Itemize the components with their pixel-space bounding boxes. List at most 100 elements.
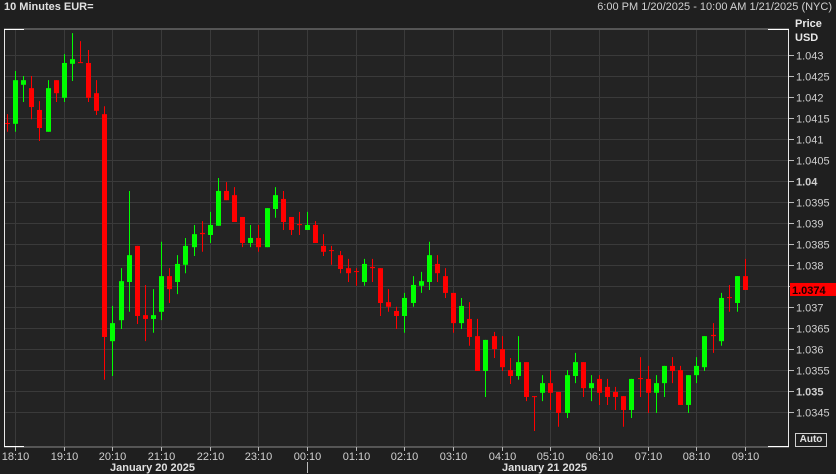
candle-body [151,315,156,319]
candle-body [281,198,286,223]
candle-body [232,195,237,223]
candle-body [354,271,359,273]
candle-body [224,190,229,201]
candle-body [362,263,367,283]
x-tick-label: 18:10 [2,451,30,463]
candle-body [719,297,724,342]
candlestick-chart[interactable]: 1.043 1.0425 1.042 1.0415 1.041 1.0405 1.04 1.0… [0,0,836,473]
candle-body [313,224,318,243]
y-tick-label: 1.0345 [796,408,830,420]
candle-body [727,297,732,299]
candle-body [402,297,407,316]
candle-body [62,62,67,98]
y-tick-label: 1.0395 [796,198,830,210]
candle-body [556,391,561,413]
x-tick-label: 02:10 [391,451,419,463]
candle-body [370,266,375,269]
candle-body [427,255,432,283]
candle-body [597,378,602,393]
candle-body [394,310,399,316]
y-tick-label: 1.035 [796,387,824,399]
candle-body [678,370,683,405]
y-tick-label: 1.043 [796,51,824,63]
y-tick-label: 1.039 [796,219,824,231]
candle-body [338,255,343,269]
candle-body [638,378,643,380]
candle-body [37,109,42,129]
candle-body [565,375,570,413]
candle [719,292,724,346]
candle-body [86,62,91,98]
candle-body [256,237,261,248]
last-price-label: 1.0374 [792,285,827,297]
candle [524,362,529,402]
candle-body [524,362,529,397]
candle-body [686,375,691,405]
candle-body [70,59,75,64]
date-label-jan21: January 21 2025 [502,462,588,474]
candle-body [548,383,553,393]
candle [678,365,683,405]
candle-body [54,80,59,94]
candle-body [573,362,578,376]
candle-body [5,122,10,124]
candle-body [467,318,472,337]
y-tick-label: 1.0405 [796,156,830,168]
x-tick-label: 06:10 [586,451,614,463]
candle-body [143,315,148,319]
candle [265,208,270,248]
candle-body [183,245,188,265]
candle-body [419,281,424,286]
x-tick-label: 09:10 [732,451,760,463]
candle-body [508,370,513,376]
candle-body [516,362,521,376]
y-tick-label: 1.0415 [796,114,830,126]
x-tick-label: 01:10 [343,451,371,463]
candle-body [735,276,740,303]
candle-body [273,195,278,209]
x-tick-label: 22:10 [197,451,225,463]
candle-body [305,224,310,230]
y-tick-label: 1.038 [796,261,824,273]
candle-body [321,245,326,252]
candle-body [411,284,416,303]
candle-body [629,378,634,410]
date-label-jan20: January 20 2025 [110,462,196,474]
candle-body [127,255,132,283]
x-tick-label: 19:10 [51,451,79,463]
candle-body [240,216,245,243]
candle-body [29,88,34,108]
candle-body [297,224,302,226]
candle-body [702,336,707,368]
candle-body [459,305,464,324]
candle-body [662,365,667,384]
candle [565,370,570,418]
candle-body [532,396,537,398]
candle-body [646,378,651,393]
candle-body [386,302,391,307]
candle-body [500,349,505,368]
candle-body [605,386,610,397]
x-tick-label: 03:10 [440,451,468,463]
candle-body [378,268,383,303]
candle-body [492,336,497,350]
plot-area [4,29,789,447]
candle-body [435,263,440,274]
candle-body [200,232,205,235]
candle-body [175,263,180,283]
candle-body [110,323,115,342]
candle-body [329,250,334,252]
candle-body [443,276,448,293]
candle-body [621,396,626,410]
candle-body [654,383,659,393]
candle-body [102,114,107,337]
candle-body [94,93,99,111]
candle-body [248,237,253,243]
candle-body [670,365,675,371]
x-tick-label: 07:10 [635,451,663,463]
candle-body [694,365,699,376]
candle-body [192,234,197,248]
auto-scale-button[interactable]: Auto [795,433,827,447]
candle-body [159,276,164,312]
y-tick-label: 1.0355 [796,366,830,378]
